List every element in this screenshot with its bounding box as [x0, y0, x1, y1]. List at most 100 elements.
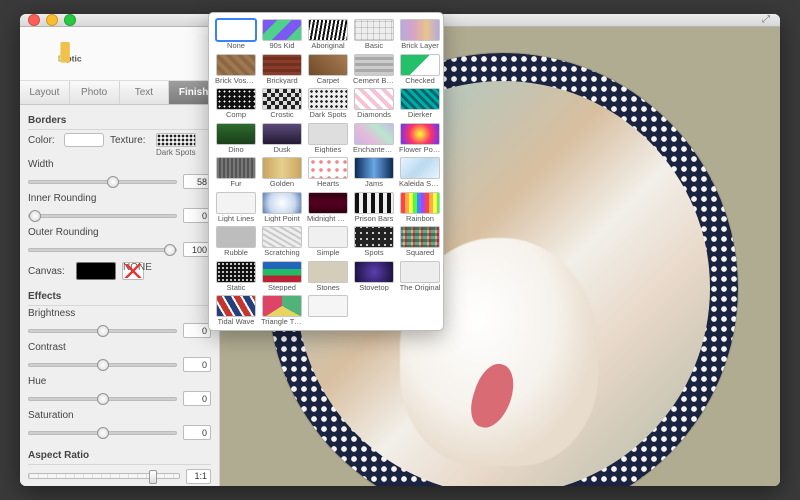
zoom-icon[interactable] — [64, 14, 76, 26]
canvas-none-label: NONE — [123, 262, 152, 273]
texture-option[interactable]: Dusk — [261, 123, 303, 154]
texture-thumb-icon — [308, 123, 348, 145]
texture-option[interactable]: Brick Layer — [399, 19, 441, 50]
texture-option-label: Diamonds — [357, 111, 391, 119]
texture-option[interactable]: Squared — [399, 226, 441, 257]
texture-option[interactable]: Brick Vosges — [215, 54, 257, 85]
texture-option-label: Dark Spots — [309, 111, 346, 119]
contrast-value[interactable]: 0 — [183, 357, 211, 372]
contrast-slider[interactable] — [28, 358, 177, 372]
tab-text[interactable]: Text — [120, 81, 170, 104]
finish-panel: Borders Color: Texture: Dark Spots Width… — [20, 105, 219, 486]
texture-thumb-icon — [216, 88, 256, 110]
texture-option[interactable]: Cement Blocks — [353, 54, 395, 85]
texture-option[interactable]: Tidal Wave — [215, 295, 257, 326]
texture-option[interactable]: Diamonds — [353, 88, 395, 119]
texture-option[interactable]: Eighties — [307, 123, 349, 154]
texture-thumb-icon — [400, 261, 440, 283]
texture-option[interactable]: Midnight Red — [307, 192, 349, 223]
texture-option[interactable]: Scratching — [261, 226, 303, 257]
texture-option-label: Hearts — [317, 180, 339, 188]
texture-option[interactable] — [307, 295, 349, 326]
texture-option[interactable]: Comp — [215, 88, 257, 119]
texture-thumb-icon — [216, 19, 256, 41]
hue-value[interactable]: 0 — [183, 391, 211, 406]
texture-option[interactable]: Hearts — [307, 157, 349, 188]
tab-photo[interactable]: Photo — [70, 81, 120, 104]
outer-rounding-value[interactable]: 100 — [183, 242, 211, 257]
brightness-slider[interactable] — [28, 324, 177, 338]
texture-option[interactable]: Dino — [215, 123, 257, 154]
canvas-none-button[interactable]: NONE — [122, 262, 144, 280]
texture-option[interactable]: 90s Kid — [261, 19, 303, 50]
texture-option[interactable]: Simple — [307, 226, 349, 257]
texture-label: Texture: — [110, 135, 150, 146]
canvas-color-swatch[interactable] — [76, 262, 116, 280]
close-icon[interactable] — [28, 14, 40, 26]
texture-thumb-icon — [216, 54, 256, 76]
texture-option[interactable]: Stepped — [261, 261, 303, 292]
aspect-value[interactable]: 1:1 — [186, 469, 211, 484]
texture-option[interactable]: Rubble — [215, 226, 257, 257]
texture-option[interactable]: Golden — [261, 157, 303, 188]
minimize-icon[interactable] — [46, 14, 58, 26]
texture-thumb-icon — [262, 295, 302, 317]
tab-layout[interactable]: Layout — [20, 81, 70, 104]
inner-rounding-slider[interactable] — [28, 209, 177, 223]
texture-option[interactable]: Stones — [307, 261, 349, 292]
texture-option[interactable]: Static — [215, 261, 257, 292]
texture-option[interactable]: Dark Spots — [307, 88, 349, 119]
aspect-slider[interactable] — [28, 467, 180, 485]
texture-option[interactable]: None — [215, 19, 257, 50]
texture-option[interactable]: Light Point — [261, 192, 303, 223]
texture-thumb-icon — [308, 261, 348, 283]
texture-thumb-icon — [308, 226, 348, 248]
width-value[interactable]: 58 — [183, 174, 211, 189]
texture-option[interactable]: Light Lines — [215, 192, 257, 223]
texture-option[interactable]: Jams — [353, 157, 395, 188]
texture-option[interactable]: Enchanted Lines — [353, 123, 395, 154]
texture-option-label: Scratching — [264, 249, 299, 257]
texture-option-label: Static — [227, 284, 246, 292]
inner-rounding-value[interactable]: 0 — [183, 208, 211, 223]
texture-option-label: Jams — [365, 180, 383, 188]
texture-thumb-icon — [354, 88, 394, 110]
hue-slider[interactable] — [28, 392, 177, 406]
texture-option-label: Brick Vosges — [215, 77, 257, 85]
expand-icon[interactable]: ⤢ — [760, 15, 772, 25]
saturation-value[interactable]: 0 — [183, 425, 211, 440]
texture-option[interactable]: Fur — [215, 157, 257, 188]
texture-option-label: Brick Layer — [401, 42, 439, 50]
saturation-slider[interactable] — [28, 426, 177, 440]
texture-option[interactable]: Kaleida Snow — [399, 157, 441, 188]
texture-thumb-icon — [400, 226, 440, 248]
texture-option-label: Light Lines — [218, 215, 254, 223]
texture-option[interactable]: Carpet — [307, 54, 349, 85]
texture-option-label: Dierker — [408, 111, 432, 119]
texture-option[interactable]: Flower Power — [399, 123, 441, 154]
texture-option[interactable]: Aboriginal — [307, 19, 349, 50]
texture-option-label: Light Point — [264, 215, 299, 223]
border-texture-swatch[interactable] — [156, 133, 196, 147]
texture-option[interactable]: Dierker — [399, 88, 441, 119]
texture-option[interactable]: Prison Bars — [353, 192, 395, 223]
border-color-swatch[interactable] — [64, 133, 104, 147]
texture-thumb-icon — [216, 123, 256, 145]
brightness-label: Brightness — [28, 308, 211, 319]
texture-option[interactable]: Triangle Trap — [261, 295, 303, 326]
texture-option[interactable]: Crostic — [261, 88, 303, 119]
outer-rounding-slider[interactable] — [28, 243, 177, 257]
texture-option-label: 90s Kid — [269, 42, 294, 50]
brightness-value[interactable]: 0 — [183, 323, 211, 338]
contrast-label: Contrast — [28, 342, 211, 353]
texture-option[interactable]: Stovetop — [353, 261, 395, 292]
texture-option[interactable]: Rainbon — [399, 192, 441, 223]
width-slider[interactable] — [28, 175, 177, 189]
texture-option[interactable]: Basic — [353, 19, 395, 50]
texture-option-label: Kaleida Snow — [399, 180, 441, 188]
texture-option[interactable]: Checked — [399, 54, 441, 85]
texture-option[interactable]: Spots — [353, 226, 395, 257]
texture-option[interactable]: The Original — [399, 261, 441, 292]
texture-option[interactable]: Brickyard — [261, 54, 303, 85]
color-label: Color: — [28, 135, 58, 146]
